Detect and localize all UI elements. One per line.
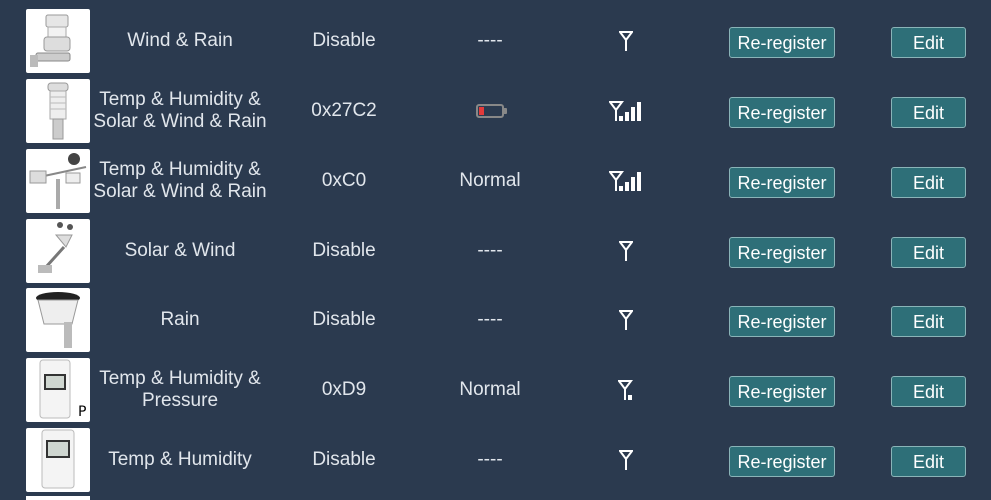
reregister-button[interactable]: Re-register <box>729 306 835 337</box>
sensor-id: 0xC0 <box>321 170 367 191</box>
sensor-name: Temp & Humidity <box>108 449 252 470</box>
image-label: P <box>78 404 86 420</box>
edit-button[interactable]: Edit <box>891 306 966 337</box>
battery-status: Normal <box>459 170 521 191</box>
table-row: Solar & Wind Disable ---- Re-register Ed… <box>0 219 991 289</box>
table-row: Temp & Humidity & Solar & Wind & Rain 0x… <box>0 79 991 149</box>
battery-low-icon <box>420 79 560 143</box>
sensor-name: Temp & Humidity & Pressure <box>99 368 261 411</box>
table-row: P Temp & Humidity & Pressure 0xD9 Normal… <box>0 358 991 428</box>
sensor-name: Temp & Humidity & Solar & Wind & Rain <box>93 89 267 132</box>
antenna-icon <box>580 219 672 283</box>
sensor-id: Disable <box>312 240 376 261</box>
edit-button[interactable]: Edit <box>891 376 966 407</box>
table-row: Rain Disable ---- Re-register Edit <box>0 288 991 358</box>
edit-button[interactable]: Edit <box>891 237 966 268</box>
sensor-table: Wind & Rain Disable ---- Re-register Edi… <box>0 0 991 500</box>
table-row <box>0 496 991 500</box>
reregister-button[interactable]: Re-register <box>729 27 835 58</box>
reregister-button[interactable]: Re-register <box>729 167 835 198</box>
sensor-name: Solar & Wind <box>124 240 236 261</box>
battery-status: ---- <box>477 309 503 330</box>
sensor-image-solar-wind <box>26 219 90 283</box>
battery-status: Normal <box>459 379 521 400</box>
table-row: Temp & Humidity Disable ---- Re-register… <box>0 428 991 498</box>
sensor-image-thp: P <box>26 358 90 422</box>
sensor-name: Temp & Humidity & Solar & Wind & Rain <box>93 159 267 202</box>
sensor-id: 0xD9 <box>321 379 367 400</box>
sensor-image-wind-rain <box>26 9 90 73</box>
sensor-image-th <box>26 428 90 492</box>
sensor-id: Disable <box>312 309 376 330</box>
antenna-signal-icon <box>580 358 672 422</box>
battery-status: ---- <box>477 449 503 470</box>
sensor-image-7in1 <box>26 149 90 213</box>
reregister-button[interactable]: Re-register <box>729 97 835 128</box>
reregister-button[interactable]: Re-register <box>729 237 835 268</box>
sensor-name: Rain <box>160 309 200 330</box>
sensor-image-ultrasonic <box>26 79 90 143</box>
sensor-id: Disable <box>312 449 376 470</box>
table-row: Wind & Rain Disable ---- Re-register Edi… <box>0 9 991 79</box>
antenna-signal-icon <box>580 149 672 213</box>
sensor-id: 0x27C2 <box>311 100 377 121</box>
reregister-button[interactable]: Re-register <box>729 446 835 477</box>
antenna-signal-icon <box>580 79 672 143</box>
battery-status: ---- <box>477 30 503 51</box>
edit-button[interactable]: Edit <box>891 446 966 477</box>
antenna-icon <box>580 9 672 73</box>
sensor-id: Disable <box>312 30 376 51</box>
sensor-image-rain-gauge <box>26 288 90 352</box>
sensor-image-partial <box>26 496 90 500</box>
table-row: Temp & Humidity & Solar & Wind & Rain 0x… <box>0 149 991 219</box>
reregister-button[interactable]: Re-register <box>729 376 835 407</box>
edit-button[interactable]: Edit <box>891 27 966 58</box>
sensor-name: Wind & Rain <box>127 30 233 51</box>
edit-button[interactable]: Edit <box>891 167 966 198</box>
battery-status: ---- <box>477 240 503 261</box>
antenna-icon <box>580 288 672 352</box>
edit-button[interactable]: Edit <box>891 97 966 128</box>
antenna-icon <box>580 428 672 492</box>
